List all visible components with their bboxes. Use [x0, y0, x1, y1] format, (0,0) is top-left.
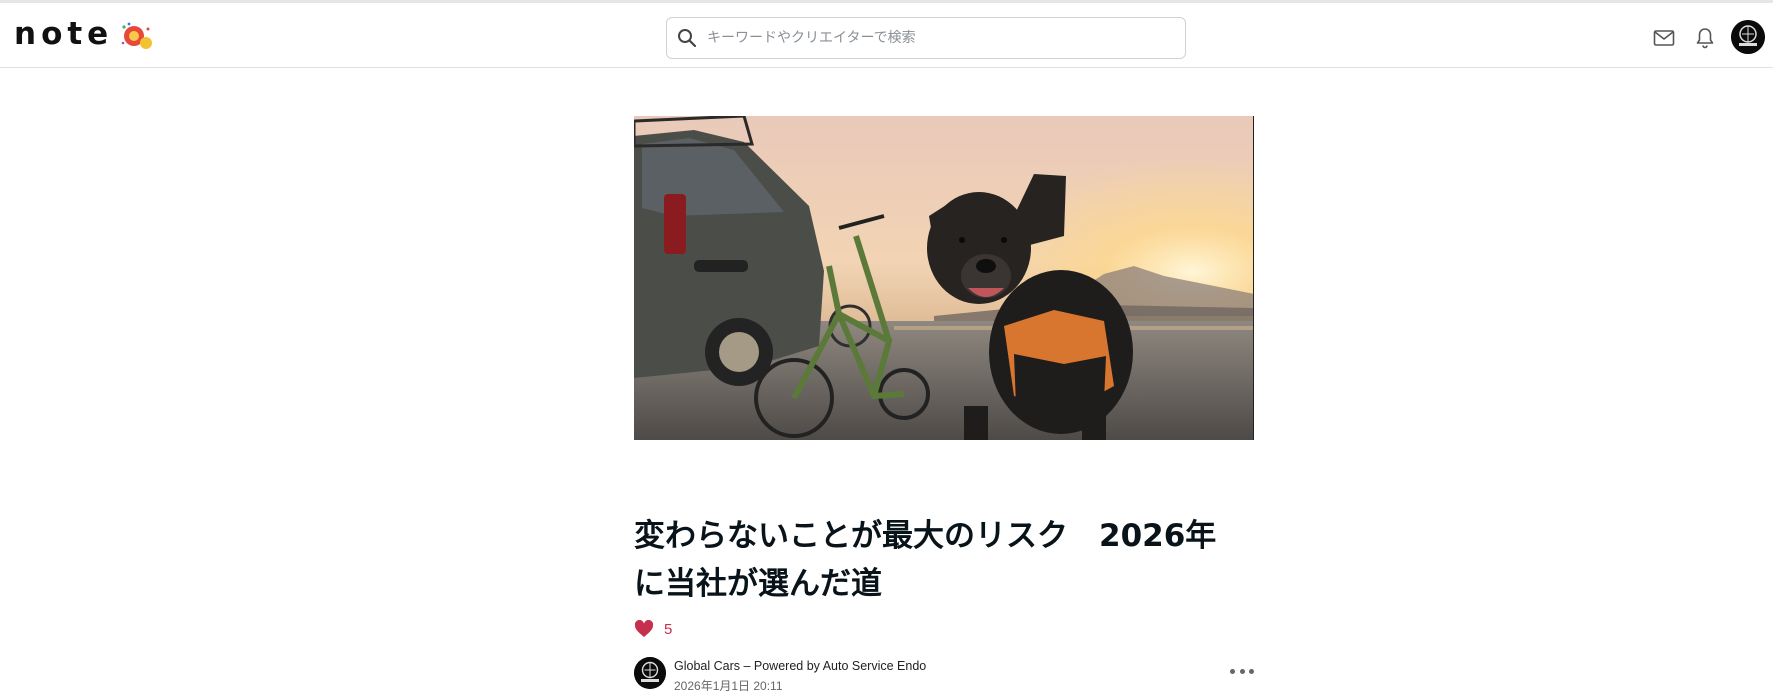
article-hero-image	[634, 116, 1254, 440]
like-row: 5	[634, 617, 672, 641]
author-avatar[interactable]	[634, 657, 666, 689]
global-cars-logo-icon	[1731, 20, 1765, 54]
more-options-button[interactable]	[1230, 663, 1254, 679]
post-date: 2026年1月1日 20:11	[674, 679, 783, 691]
hero-photo	[634, 116, 1253, 440]
article-title-line-2: に当社が選んだ道	[634, 566, 882, 602]
bell-icon	[1696, 28, 1714, 49]
more-dot-icon	[1230, 668, 1235, 674]
global-cars-logo-icon	[634, 657, 666, 689]
new-year-decoration-icon	[121, 22, 152, 49]
mail-icon	[1653, 30, 1675, 46]
like-count[interactable]: 5	[664, 621, 672, 638]
search-input[interactable]	[707, 23, 1167, 53]
top-header: note	[0, 0, 1773, 68]
author-name[interactable]: Global Cars – Powered by Auto Service En…	[674, 659, 926, 673]
more-dot-icon	[1249, 668, 1254, 674]
more-dot-icon	[1239, 668, 1245, 674]
search-icon	[678, 29, 697, 48]
heart-icon[interactable]	[634, 620, 654, 638]
article-title: 変わらないことが最大のリスク 2026年 に当社が選んだ道	[634, 512, 1254, 608]
mail-button[interactable]	[1651, 25, 1677, 51]
article-title-line-1: 変わらないことが最大のリスク 2026年	[634, 518, 1217, 554]
user-avatar[interactable]	[1731, 20, 1765, 54]
notification-button[interactable]	[1692, 25, 1718, 51]
note-logo[interactable]: note	[14, 16, 113, 52]
search-bar[interactable]	[666, 17, 1186, 59]
author-row: Global Cars – Powered by Auto Service En…	[634, 657, 1254, 691]
